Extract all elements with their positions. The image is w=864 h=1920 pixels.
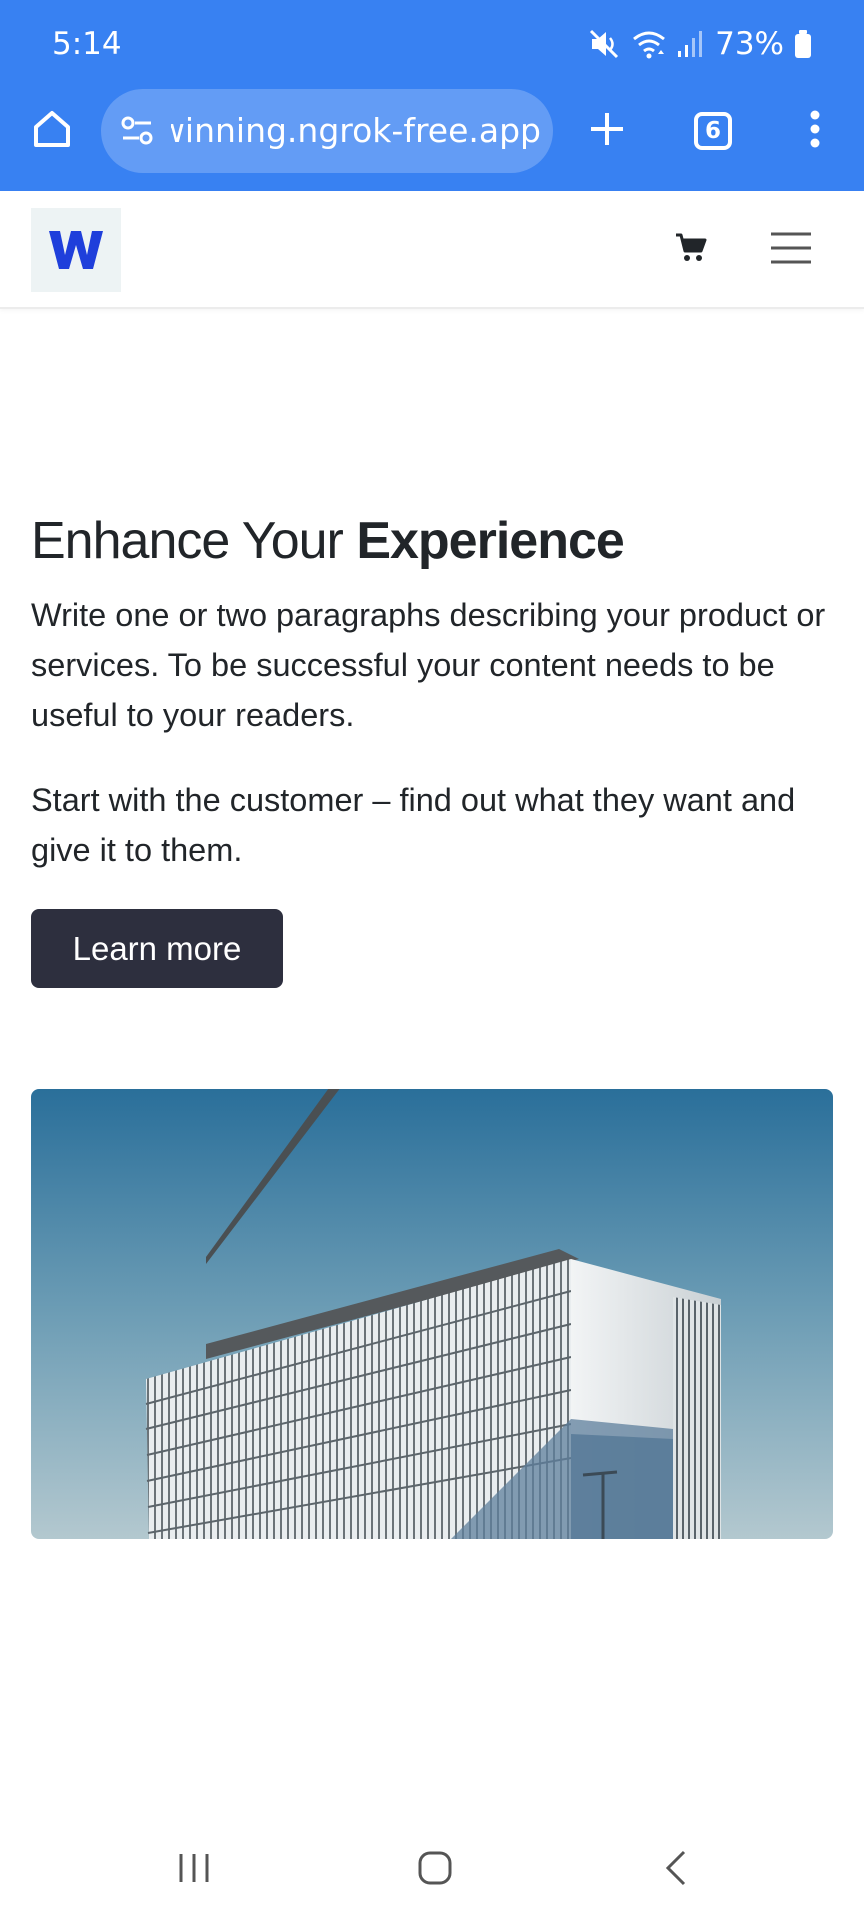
tab-count: 6	[704, 117, 721, 144]
learn-more-button[interactable]: Learn more	[31, 909, 283, 988]
cart-button[interactable]	[668, 227, 714, 273]
site-logo[interactable]	[31, 208, 121, 292]
recent-apps-icon	[179, 1854, 209, 1882]
home-circle-icon	[418, 1851, 452, 1885]
home-button[interactable]	[22, 101, 82, 161]
wifi-icon	[631, 28, 667, 60]
battery-percent: 73%	[715, 26, 784, 62]
recent-apps-button[interactable]	[164, 1838, 224, 1898]
logo-w-icon	[49, 231, 103, 269]
more-menu-icon	[809, 109, 821, 153]
battery-icon	[794, 29, 812, 59]
browser-chrome: 5:14 73% winning.ngrok-free.app 6	[0, 0, 864, 191]
tabs-icon: 6	[694, 112, 732, 150]
browser-toolbar: winning.ngrok-free.app 6	[0, 88, 864, 176]
paragraph-intro: Write one or two paragraphs describing y…	[31, 597, 826, 733]
status-bar: 5:14 73%	[0, 0, 864, 88]
more-menu-button[interactable]	[785, 101, 845, 161]
url-text: winning.ngrok-free.app	[171, 89, 541, 173]
building-image	[31, 1089, 833, 1539]
home-icon	[30, 107, 74, 155]
back-icon	[665, 1850, 686, 1886]
address-bar[interactable]: winning.ngrok-free.app	[101, 89, 553, 173]
signal-icon	[677, 29, 705, 59]
new-tab-button[interactable]	[577, 101, 637, 161]
status-time: 5:14	[52, 26, 122, 62]
site-header	[0, 191, 864, 309]
title-bold: Experience	[356, 512, 624, 570]
title-regular: Enhance Your	[31, 512, 357, 570]
tabs-button[interactable]: 6	[683, 101, 743, 161]
new-tab-icon	[588, 110, 626, 152]
system-back-button[interactable]	[648, 1838, 708, 1898]
site-settings-icon[interactable]	[117, 111, 157, 151]
system-nav-bar	[0, 1820, 864, 1920]
paragraph-customer: Start with the customer – find out what …	[31, 782, 796, 868]
menu-toggle-button[interactable]	[764, 223, 818, 277]
mute-icon	[587, 27, 621, 61]
hamburger-icon	[769, 231, 813, 269]
status-icons: 73%	[587, 24, 812, 64]
page-title: Enhance Your Experience	[31, 506, 841, 576]
url-value: winning.ngrok-free.app	[171, 111, 541, 150]
system-home-button[interactable]	[405, 1838, 465, 1898]
cart-icon	[675, 233, 707, 267]
